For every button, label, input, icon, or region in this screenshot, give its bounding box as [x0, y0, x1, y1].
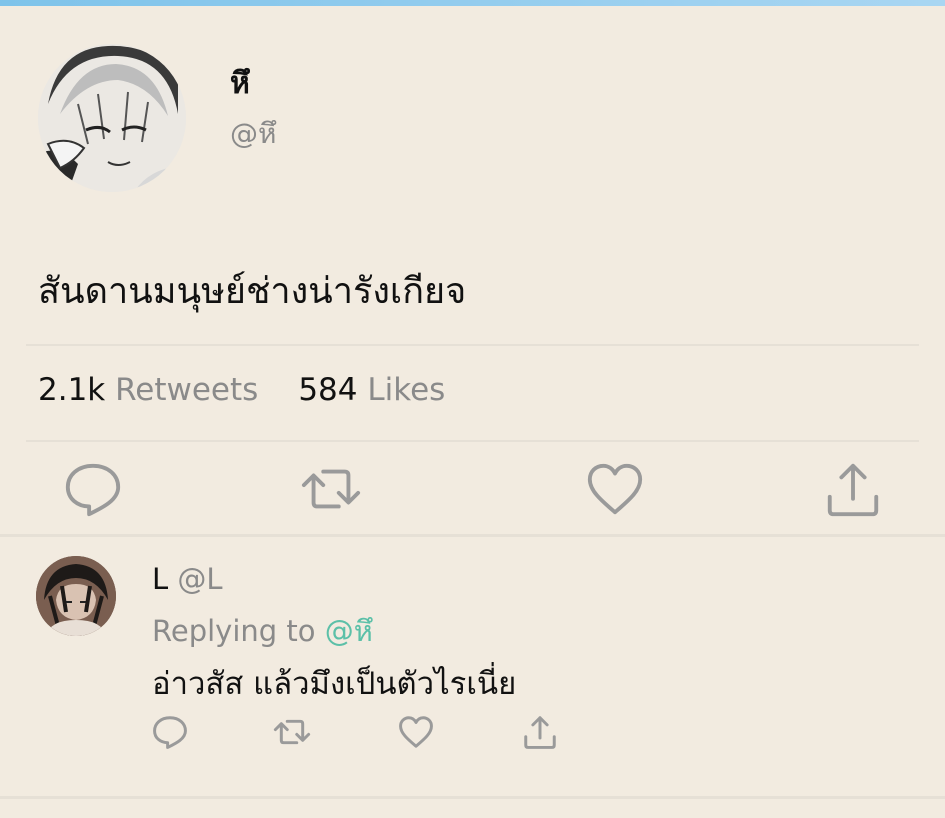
likes-stat[interactable]: 584 Likes	[298, 372, 445, 408]
replying-to-line: Replying to @หึ	[152, 608, 373, 654]
reply-author-handle[interactable]: @L	[177, 562, 222, 596]
like-icon	[587, 463, 643, 515]
reply-like-button[interactable]	[396, 712, 436, 752]
divider	[26, 344, 919, 346]
retweet-icon	[301, 469, 361, 509]
author-display-name[interactable]: หึ	[230, 60, 250, 107]
tweet-text: สันดานมนุษย์ช่างน่ารังเกียจ	[38, 271, 467, 312]
share-icon	[827, 463, 879, 517]
likes-label: Likes	[367, 372, 446, 408]
like-button[interactable]	[580, 456, 650, 522]
reply-reply-button[interactable]	[150, 712, 190, 752]
share-button[interactable]	[818, 456, 888, 522]
reply-icon	[65, 463, 121, 517]
reply-text: อ่าวสัส แล้วมึงเป็นตัวไรเนี่ย	[152, 666, 517, 702]
reply-author-avatar[interactable]	[36, 556, 116, 636]
divider	[26, 440, 919, 442]
replying-to-label: Replying to	[152, 614, 316, 648]
reply-author-name[interactable]: L	[152, 562, 168, 596]
reply-header: L @L	[152, 562, 223, 596]
author-avatar[interactable]	[38, 44, 186, 192]
section-divider	[0, 796, 945, 799]
reply-button[interactable]	[58, 456, 128, 522]
retweets-count: 2.1k	[38, 372, 106, 408]
top-accent-bar	[0, 0, 945, 6]
section-divider	[0, 534, 945, 537]
reply-share-button[interactable]	[520, 712, 560, 752]
retweets-label: Retweets	[115, 372, 259, 408]
like-icon	[399, 716, 433, 748]
reply-retweet-button[interactable]	[272, 712, 312, 752]
replying-to-mention[interactable]: @หึ	[325, 614, 373, 648]
reply-action-bar	[0, 712, 945, 756]
tweet-action-bar	[0, 456, 945, 526]
author-handle[interactable]: @หึ	[230, 112, 276, 156]
likes-count: 584	[298, 372, 358, 408]
share-icon	[524, 716, 556, 749]
retweet-icon	[273, 719, 311, 745]
reply-icon	[153, 716, 187, 749]
retweet-button[interactable]	[296, 456, 366, 522]
retweets-stat[interactable]: 2.1k Retweets	[38, 372, 258, 408]
tweet-stats: 2.1k Retweets 584 Likes	[38, 372, 445, 408]
